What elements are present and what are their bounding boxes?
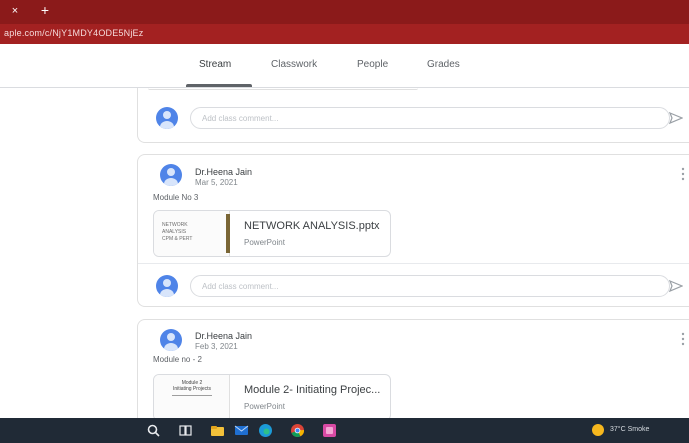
edge-icon[interactable] (258, 423, 273, 438)
avatar (156, 107, 178, 129)
attachment-title[interactable]: Module 2- Initiating Projec... (244, 384, 380, 396)
address-bar[interactable]: aple.com/c/NjY1MDY4ODE5NjEz (0, 24, 689, 44)
stream-post: Dr.Heena Jain Feb 3, 2021 Module no - 2 … (137, 319, 689, 429)
post-date: Feb 3, 2021 (195, 342, 238, 351)
search-icon[interactable] (146, 423, 161, 438)
attachment-type: PowerPoint (244, 402, 285, 411)
send-icon[interactable] (669, 111, 683, 125)
author-avatar (160, 329, 182, 351)
post-author: Dr.Heena Jain (195, 331, 253, 341)
post-body: Module No 3 (153, 193, 199, 202)
post-author: Dr.Heena Jain (195, 167, 253, 177)
attachment-thumbnail: NETWORK ANALYSIS CPM & PERT (154, 211, 230, 256)
attachment-card[interactable]: NETWORK ANALYSIS CPM & PERT NETWORK ANAL… (153, 210, 391, 257)
app-icon[interactable] (322, 423, 337, 438)
post-body: Module no - 2 (153, 355, 202, 364)
thumbnail-text: ANALYSIS (162, 229, 187, 235)
taskbar: 37°C Smoke (0, 418, 689, 443)
close-tab-icon[interactable]: × (9, 5, 21, 17)
attachment-title[interactable]: NETWORK ANALYSIS.pptx (244, 220, 380, 232)
thumbnail-accent-bar (226, 214, 230, 253)
avatar (156, 275, 178, 297)
task-view-icon[interactable] (178, 423, 193, 438)
new-tab-icon[interactable]: + (38, 3, 52, 17)
left-column (0, 88, 135, 418)
more-options-icon[interactable] (678, 332, 688, 346)
weather-text[interactable]: 37°C Smoke (610, 426, 649, 433)
mail-icon[interactable] (234, 423, 249, 438)
attachment-thumbnail: Module 2 Initiating Projects (154, 375, 230, 420)
thumbnail-text: NETWORK (162, 222, 188, 228)
tab-grades[interactable]: Grades (427, 59, 460, 70)
file-explorer-icon[interactable] (210, 423, 225, 438)
browser-tab-bar: × + (0, 0, 689, 24)
class-nav: Stream Classwork People Grades (0, 44, 689, 88)
post-date: Mar 5, 2021 (195, 178, 238, 187)
active-tab-indicator (186, 84, 252, 87)
thumbnail-text: Initiating Projects (172, 386, 212, 392)
tab-people[interactable]: People (357, 59, 388, 70)
comment-row (138, 263, 689, 307)
stream-post: Dr.Heena Jain Mar 5, 2021 Module No 3 NE… (137, 154, 689, 307)
url-text[interactable]: aple.com/c/NjY1MDY4ODE5NjEz (4, 28, 143, 38)
chrome-icon[interactable] (290, 423, 305, 438)
stream-card-previous (137, 88, 689, 143)
author-avatar (160, 164, 182, 186)
thumbnail-rule (172, 395, 212, 396)
more-options-icon[interactable] (678, 167, 688, 181)
send-icon[interactable] (669, 279, 683, 293)
class-comment-input[interactable] (190, 275, 670, 297)
attachment-type: PowerPoint (244, 238, 285, 247)
tab-stream[interactable]: Stream (199, 59, 231, 70)
tab-classwork[interactable]: Classwork (271, 59, 317, 70)
comment-row (138, 96, 689, 140)
attachment-card[interactable]: Module 2 Initiating Projects Module 2- I… (153, 374, 391, 421)
class-comment-input[interactable] (190, 107, 670, 129)
previous-attachment-edge (148, 88, 418, 90)
thumbnail-text: CPM & PERT (162, 236, 193, 242)
weather-icon[interactable] (592, 424, 604, 436)
